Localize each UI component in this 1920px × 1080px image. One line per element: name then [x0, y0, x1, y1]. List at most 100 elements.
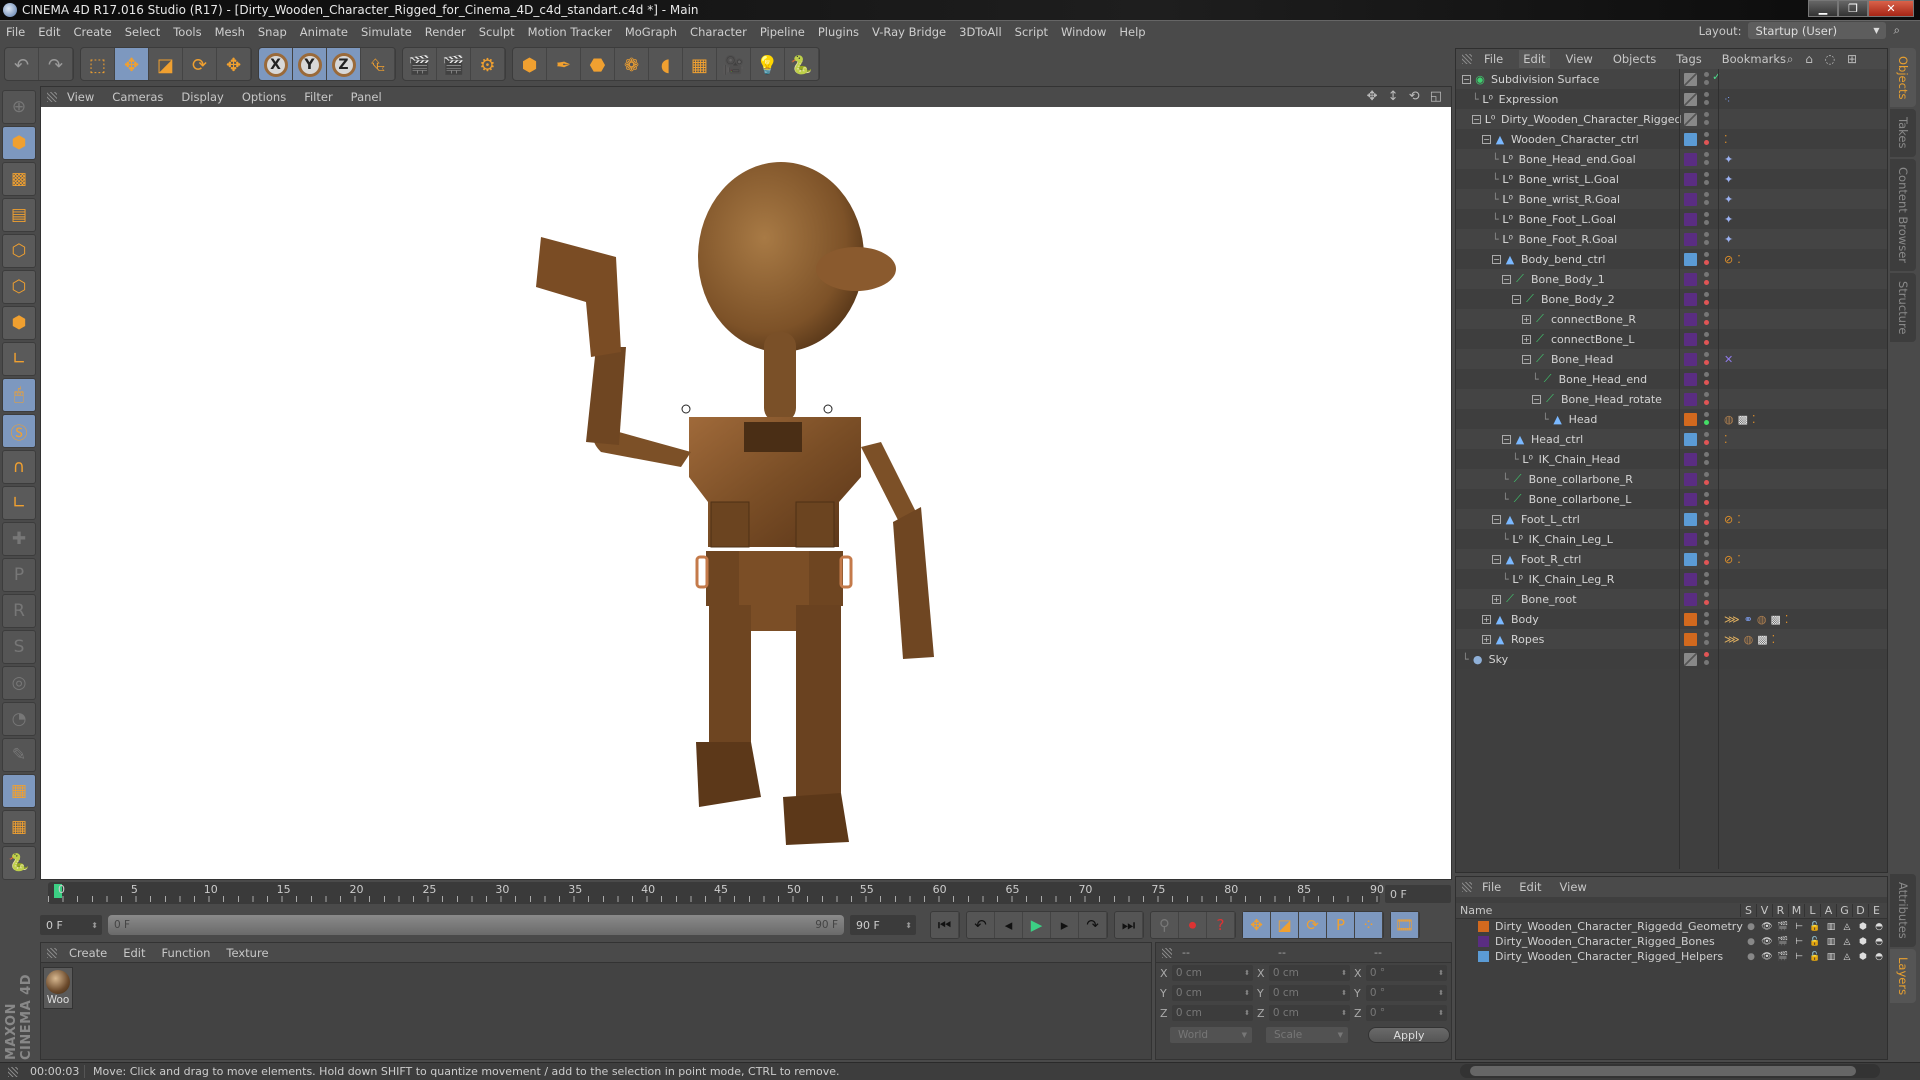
deformers-toggle-icon[interactable]: ⬢: [1855, 952, 1871, 962]
visibility-dot[interactable]: [1704, 492, 1709, 497]
layer-color-swatch[interactable]: [1684, 332, 1697, 346]
polygons-mode-button[interactable]: ⬢: [2, 306, 36, 340]
ik-goal-tag-icon[interactable]: ✦: [1724, 233, 1733, 246]
visibility-dots[interactable]: [1704, 512, 1710, 528]
weight-tag-icon[interactable]: ⋙: [1724, 633, 1740, 646]
visibility-dot[interactable]: [1704, 252, 1709, 257]
visibility-dots[interactable]: [1704, 572, 1710, 588]
side-tab-structure[interactable]: Structure: [1890, 272, 1916, 343]
object-row[interactable]: − ⟋ Bone_Body_2: [1456, 289, 1887, 309]
collapse-icon[interactable]: −: [1462, 74, 1471, 84]
expand-icon[interactable]: +: [1482, 614, 1491, 624]
object-row[interactable]: − L⁰ Dirty_Wooden_Character_Rigged: [1456, 109, 1887, 129]
layer-color-swatch[interactable]: [1684, 192, 1697, 206]
collapse-icon[interactable]: −: [1522, 354, 1531, 364]
material-menu-texture[interactable]: Texture: [226, 946, 268, 960]
material-menu-create[interactable]: Create: [69, 946, 107, 960]
size-z-field[interactable]: 0 cm ⬍: [1268, 1005, 1350, 1021]
restore-button[interactable]: ❐: [1838, 0, 1868, 17]
uvw-tag-icon[interactable]: ▩: [1738, 413, 1748, 426]
enabled-check-icon[interactable]: ✓: [1712, 70, 1721, 83]
object-menu-objects[interactable]: Objects: [1609, 50, 1660, 68]
object-menu-edit[interactable]: Edit: [1519, 50, 1550, 68]
light-button[interactable]: 💡: [751, 48, 785, 80]
xpresso-tag-icon[interactable]: ⁖: [1724, 93, 1730, 106]
object-row[interactable]: − ⟋ Bone_Head ✕: [1456, 349, 1887, 369]
object-row[interactable]: + ⟋ connectBone_L: [1456, 329, 1887, 349]
stepper-icon[interactable]: ⬍: [1244, 989, 1250, 997]
visibility-dot[interactable]: [1704, 280, 1709, 285]
visibility-dot[interactable]: [1704, 112, 1709, 117]
material-tag-icon[interactable]: ◍: [1744, 633, 1754, 646]
visibility-dots[interactable]: [1704, 272, 1710, 288]
solo-toggle-icon[interactable]: ●: [1743, 952, 1759, 962]
solo-toggle-icon[interactable]: ●: [1743, 937, 1759, 947]
expressions-toggle-icon[interactable]: ◓: [1871, 952, 1887, 962]
position-x-field[interactable]: 0 cm ⬍: [1171, 965, 1253, 981]
object-menu-tags[interactable]: Tags: [1672, 50, 1705, 68]
visibility-dot[interactable]: [1704, 612, 1709, 617]
frame-range-slider[interactable]: 0 F 90 F: [108, 915, 844, 935]
side-tab-objects[interactable]: Objects: [1890, 48, 1916, 108]
visibility-dots[interactable]: [1704, 612, 1710, 628]
layer-color-swatch[interactable]: [1684, 372, 1697, 386]
animation-toggle-icon[interactable]: ▥: [1823, 922, 1839, 932]
search-icon[interactable]: ⌕: [1894, 23, 1900, 38]
go-to-start-button[interactable]: ⏮: [931, 912, 959, 938]
layer-menu-view[interactable]: View: [1560, 880, 1587, 894]
visibility-dots[interactable]: [1704, 252, 1710, 268]
visibility-dot[interactable]: [1704, 132, 1709, 137]
protection-tag-icon[interactable]: ⁚: [1737, 513, 1741, 526]
object-row[interactable]: + ▲ Body ⋙ ⚭ ◍ ▩ ⁚: [1456, 609, 1887, 629]
object-row[interactable]: └ L⁰ IK_Chain_Leg_L: [1456, 529, 1887, 549]
add-key-button[interactable]: ✚: [2, 522, 36, 556]
visibility-dot[interactable]: [1704, 372, 1709, 377]
visibility-dot[interactable]: [1704, 600, 1709, 605]
stepper-icon[interactable]: ⬍: [1438, 1009, 1444, 1017]
animation-toggle-icon[interactable]: ▥: [1823, 937, 1839, 947]
layer-column-r[interactable]: R: [1772, 904, 1788, 917]
layer-menu-edit[interactable]: Edit: [1519, 880, 1541, 894]
object-row[interactable]: − ▲ Wooden_Character_ctrl ⁚: [1456, 129, 1887, 149]
layer-color-swatch[interactable]: [1478, 936, 1489, 947]
python-script-button[interactable]: 🐍: [2, 846, 36, 880]
expand-icon[interactable]: +: [1482, 634, 1491, 644]
keyframe-selection-button[interactable]: ?: [1207, 912, 1235, 938]
visibility-dot[interactable]: [1704, 92, 1709, 97]
object-row[interactable]: └ ▲ Head ◍ ▩ ⁚: [1456, 409, 1887, 429]
visibility-dot[interactable]: [1704, 240, 1709, 245]
object-row[interactable]: └ L⁰ Expression ⁖: [1456, 89, 1887, 109]
layer-menu-file[interactable]: File: [1482, 880, 1501, 894]
stepper-icon[interactable]: ⬍: [1244, 969, 1250, 977]
expressions-toggle-icon[interactable]: ◓: [1871, 922, 1887, 932]
viewport-nav-icons[interactable]: ✥ ↕ ⟲ ◱: [1367, 89, 1445, 104]
visibility-dot[interactable]: [1704, 640, 1709, 645]
visible-render-toggle-icon[interactable]: 🎬: [1775, 937, 1791, 947]
visibility-dots[interactable]: [1704, 92, 1710, 108]
visibility-dots[interactable]: [1704, 352, 1710, 368]
visibility-dot[interactable]: [1704, 140, 1709, 145]
rotation-x-field[interactable]: 0 ° ⬍: [1365, 965, 1447, 981]
points-mode-button[interactable]: ⬡: [2, 234, 36, 268]
visibility-dot[interactable]: [1704, 540, 1709, 545]
layer-color-swatch[interactable]: [1684, 92, 1697, 106]
stepper-icon[interactable]: ⬍: [91, 921, 98, 930]
size-x-field[interactable]: 0 cm ⬍: [1268, 965, 1350, 981]
layer-row[interactable]: Dirty_Wooden_Character_Rigged_Helpers ● 👁 🎬…: [1456, 949, 1887, 964]
menu-motion-tracker[interactable]: Motion Tracker: [528, 25, 612, 39]
visibility-dot[interactable]: [1704, 272, 1709, 277]
protection-tag-icon[interactable]: ⁚: [1772, 633, 1776, 646]
locked-toggle-icon[interactable]: 🔓: [1807, 922, 1823, 932]
visibility-dot[interactable]: [1704, 632, 1709, 637]
expand-icon[interactable]: +: [1522, 314, 1531, 324]
layer-column-m[interactable]: M: [1788, 904, 1804, 917]
visibility-dot[interactable]: [1704, 300, 1709, 305]
key-psr-button[interactable]: S: [2, 630, 36, 664]
visibility-dot[interactable]: [1704, 352, 1709, 357]
visibility-dot[interactable]: [1704, 200, 1709, 205]
generators-toggle-icon[interactable]: ◬: [1839, 952, 1855, 962]
edges-mode-button[interactable]: ⬡: [2, 270, 36, 304]
start-frame-field[interactable]: 0 F ⬍: [40, 915, 102, 935]
manager-toggle-icon[interactable]: ⊢: [1791, 952, 1807, 962]
manager-toggle-icon[interactable]: ⊢: [1791, 937, 1807, 947]
